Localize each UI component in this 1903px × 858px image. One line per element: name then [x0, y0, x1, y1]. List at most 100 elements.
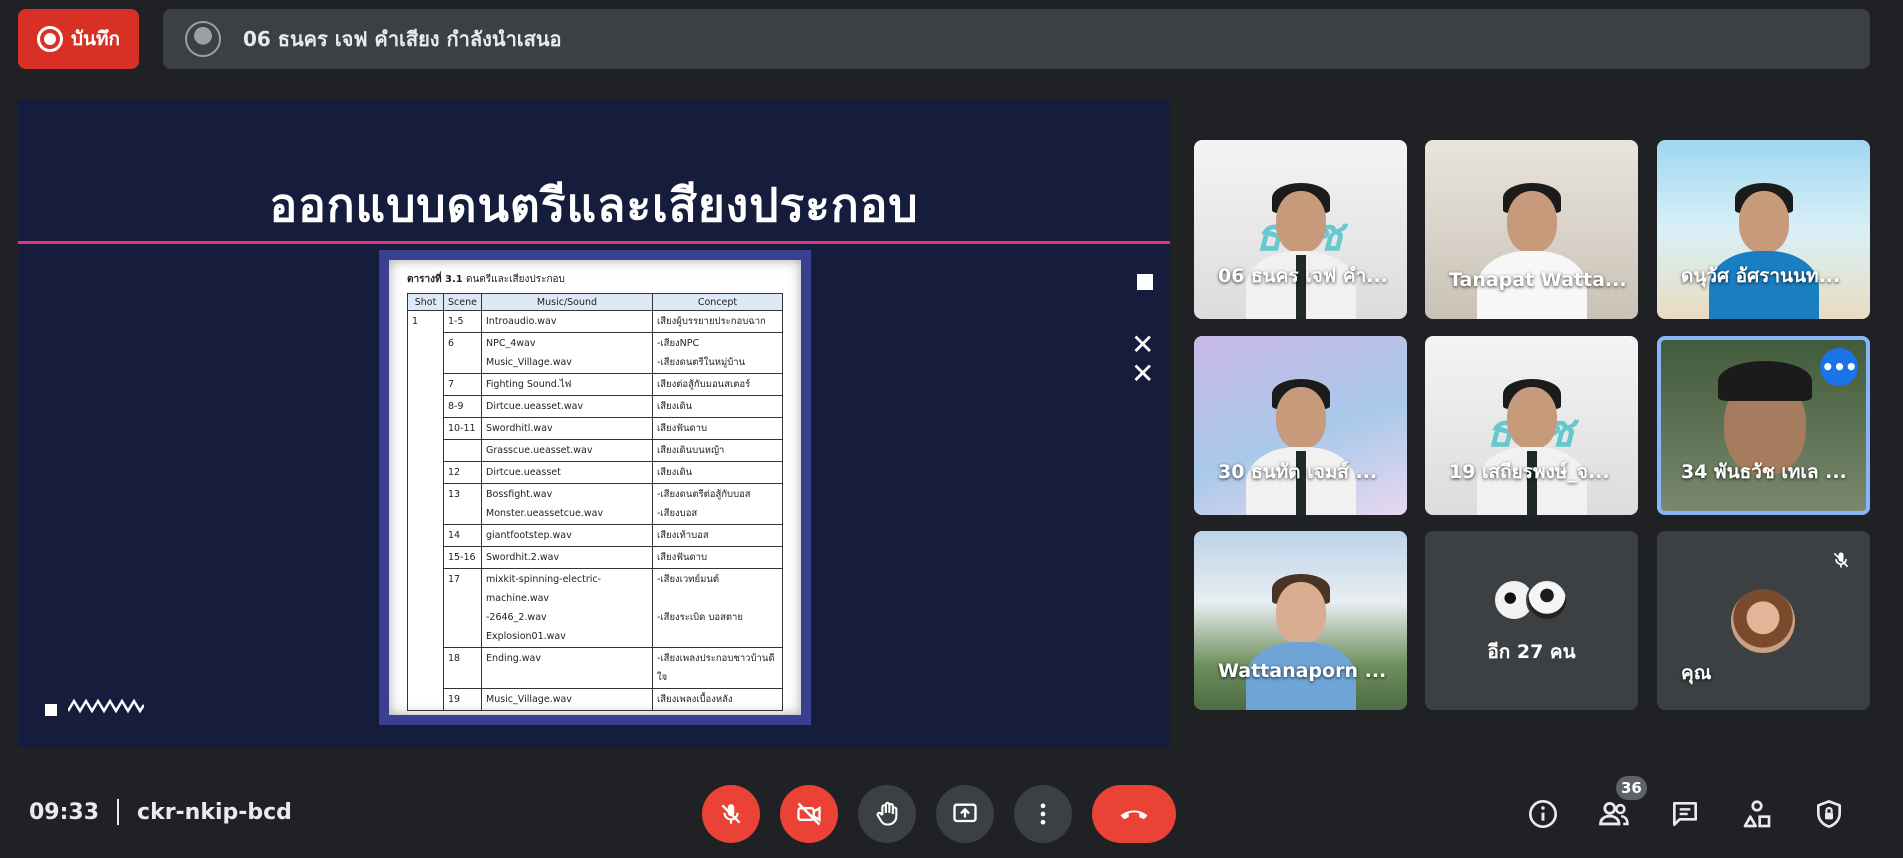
concept-line: เสียงฟันดาบ [657, 552, 708, 563]
cell-scene: 13 [443, 483, 482, 525]
cell-music: Introaudio.wav [481, 310, 653, 333]
participant-tile-1[interactable]: ธวัช 06 ธนคร เจฟ คำ... [1194, 140, 1407, 319]
cell-music: Ending.wav [481, 647, 653, 689]
self-tile[interactable]: คุณ [1657, 531, 1870, 710]
concept-line: -เสียงดนตรีในหมู่บ้าน [657, 357, 746, 368]
cell-scene: 18 [443, 647, 482, 689]
concept-line [657, 589, 778, 608]
others-tile[interactable]: อีก 27 คน [1425, 531, 1638, 710]
participant-tile-7[interactable]: Wattanaporn ... [1194, 531, 1407, 710]
camera-toggle-button[interactable] [780, 785, 838, 843]
table-header-row: Shot Scene Music/Sound Concept [407, 293, 783, 311]
cell-music: giantfootstep.wav [481, 524, 653, 547]
leave-call-button[interactable] [1092, 785, 1176, 843]
participant-video [1476, 375, 1587, 515]
cell-music: Dirtcue.ueasset.wav [481, 395, 653, 418]
music-line: Monster.ueassetcue.wav [486, 508, 604, 519]
raise-hand-button[interactable] [858, 785, 916, 843]
meeting-info: 09:33 ckr-nkip-bcd [29, 799, 292, 825]
participant-name: 06 ธนคร เจฟ คำ... [1218, 265, 1388, 287]
participant-video [1476, 179, 1587, 319]
cell-concept: เสียงฟันดาบ [652, 546, 783, 569]
cell-music: Grasscue.ueasset.wav [481, 439, 653, 462]
mic-off-icon [721, 804, 741, 824]
music-line: Music_Village.wav [486, 357, 572, 368]
participant-video [1684, 355, 1844, 515]
host-controls-button[interactable] [1805, 790, 1853, 838]
cell-scene: 15-16 [443, 546, 482, 569]
music-line: machine.wav [486, 593, 550, 604]
cell-concept: เสียงเดิน [652, 461, 783, 484]
music-line: Swordhitl.wav [486, 423, 553, 434]
cell-music: Music_Village.wav [481, 688, 653, 711]
cell-scene: 6 [443, 332, 482, 374]
concept-line: ใจ [657, 672, 668, 683]
others-count-label: อีก 27 คน [1487, 641, 1576, 663]
meeting-info-divider [117, 799, 120, 825]
participant-tile-5[interactable]: ธวัช 19 เสถียรพงษ์_จ... [1425, 336, 1638, 515]
chat-button[interactable] [1661, 790, 1709, 838]
cell-shot: 1 [407, 310, 444, 711]
music-line: -2646_2.wav [486, 612, 547, 623]
participant-tile-3[interactable]: ดนุวัศ อัศรานนท... [1657, 140, 1870, 319]
concept-line: เสียงฟันดาบ [657, 423, 708, 434]
cell-scene: 12 [443, 461, 482, 484]
participant-name: ดนุวัศ อัศรานนท... [1681, 265, 1841, 287]
presenter-text: 06 ธนคร เจฟ คำเสียง กำลังนำเสนอ [243, 27, 562, 51]
header-shot: Shot [407, 293, 444, 311]
more-options-button[interactable]: ••• [1820, 348, 1858, 386]
cell-scene: 17 [443, 568, 482, 648]
cell-music: Fighting Sound.ไฟ [481, 373, 653, 396]
presentation-slide[interactable]: ออกแบบดนตรีและเสียงประกอบ ✕ ✕ ตารางที่ 3… [18, 99, 1170, 747]
music-line: NPC_4wav [486, 338, 536, 349]
activities-shapes-icon [1743, 800, 1771, 828]
meeting-time: 09:33 [29, 799, 100, 825]
activities-button[interactable] [1733, 790, 1781, 838]
cell-concept: เสียงผู้บรรยายประกอบฉาก [652, 310, 783, 333]
cell-concept: เสียงเท้าบอส [652, 524, 783, 547]
music-line: Ending.wav [486, 653, 541, 664]
participant-video [1708, 179, 1819, 319]
music-line: Dirtcue.ueasset [486, 467, 561, 478]
cell-scene: 19 [443, 688, 482, 711]
cell-scene [443, 439, 482, 462]
concept-line: -เสียงNPC [657, 338, 700, 349]
participant-name: 34 พันธวัช เทเล ... [1681, 461, 1847, 483]
table-row: 8-9 Dirtcue.ueasset.wav เสียงเดิน [408, 395, 783, 418]
concept-line: -เสียงเวทย์มนต์ [657, 574, 720, 585]
participant-tile-4[interactable]: 30 ธนทัต เจมส์ ... [1194, 336, 1407, 515]
table-row: 14 giantfootstep.wav เสียงเท้าบอส [408, 524, 783, 547]
cell-scene: 10-11 [443, 417, 482, 440]
decorative-square [45, 704, 57, 716]
presenter-avatar [185, 21, 221, 57]
table-caption: ตารางที่ 3.1 ดนตรีและเสียงประกอบ [407, 272, 783, 287]
header-concept: Concept [652, 293, 783, 311]
record-button[interactable]: บันทึก [18, 9, 139, 69]
chat-icon [1673, 802, 1697, 826]
self-name: คุณ [1681, 662, 1712, 684]
cell-music: Dirtcue.ueasset [481, 461, 653, 484]
cell-concept: -เสียงNPC -เสียงดนตรีในหมู่บ้าน [652, 332, 783, 374]
concept-line: เสียงผู้บรรยายประกอบฉาก [657, 316, 766, 327]
table-caption-text: ดนตรีและเสียงประกอบ [465, 274, 565, 285]
table-row: 7 Fighting Sound.ไฟ เสียงต่อสู้กับมอนสเตอร… [408, 373, 783, 396]
more-options-button[interactable] [1014, 785, 1072, 843]
table-row: 10-11 Swordhitl.wav เสียงฟันดาบ [408, 417, 783, 440]
concept-line: เสียงเพลงเบื้องหลัง [657, 694, 733, 705]
table-row: 17 mixkit-spinning-electric-machine.wav -2… [408, 568, 783, 648]
present-screen-button[interactable] [936, 785, 994, 843]
participant-tile-2[interactable]: Tanapat Watta... [1425, 140, 1638, 319]
meeting-details-button[interactable] [1519, 790, 1567, 838]
music-line: Swordhit.2.wav [486, 552, 560, 563]
meeting-code: ckr-nkip-bcd [137, 799, 292, 825]
cell-scene: 8-9 [443, 395, 482, 418]
participant-name: 30 ธนทัต เจมส์ ... [1218, 461, 1378, 483]
cell-concept: เสียงฟันดาบ [652, 417, 783, 440]
record-label: บันทึก [70, 28, 121, 50]
table-row: 13 Bossfight.wav Monster.ueassetcue.wav -เส… [408, 483, 783, 525]
participant-tile-6-active-speaker[interactable]: ••• 34 พันธวัช เทเล ... [1657, 336, 1870, 515]
cell-music: mixkit-spinning-electric-machine.wav -264… [481, 568, 653, 648]
mic-toggle-button[interactable] [702, 785, 760, 843]
shield-lock-icon [1817, 800, 1841, 828]
cell-concept: -เสียงเพลงประกอบชาวบ้านดี ใจ [652, 647, 783, 689]
